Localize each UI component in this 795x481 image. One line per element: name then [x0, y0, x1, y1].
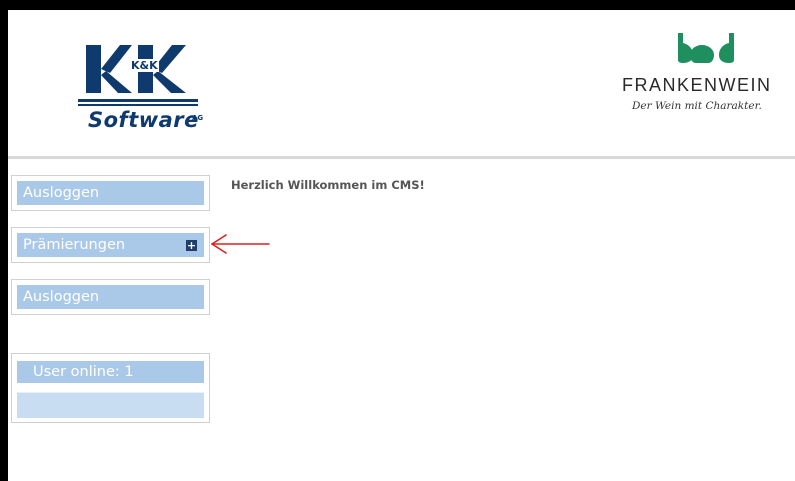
window-frame-top — [0, 0, 795, 10]
menu-item-label: Prämierungen — [23, 237, 126, 253]
user-online-list — [17, 392, 204, 418]
logout-box-bottom: Ausloggen — [11, 279, 210, 315]
logout-box-top: Ausloggen — [11, 175, 210, 211]
logo-ampersand: K&K — [130, 59, 159, 72]
frankenwein-wordmark: FRANKENWEIN — [622, 75, 772, 95]
welcome-message: Herzlich Willkommen im CMS! — [231, 178, 425, 192]
frankenwein-slogan: Der Wein mit Charakter. — [632, 100, 762, 112]
user-online-label: User online: 1 — [17, 361, 204, 383]
user-online-box: User online: 1 — [11, 353, 210, 423]
menu-item-praemierungen[interactable]: Prämierungen + — [17, 233, 204, 257]
annotation-arrow-icon — [211, 234, 270, 254]
logout-button-bottom[interactable]: Ausloggen — [17, 285, 204, 309]
logo-wordmark: Software — [88, 108, 199, 132]
wine-bottles-icon — [678, 33, 734, 63]
logo-suffix: AG — [192, 114, 204, 122]
window-frame-left — [0, 0, 8, 481]
plus-icon[interactable]: + — [186, 240, 197, 251]
logout-button-top[interactable]: Ausloggen — [17, 181, 204, 205]
menu-box: Prämierungen + — [11, 227, 210, 263]
header-divider — [8, 156, 795, 159]
